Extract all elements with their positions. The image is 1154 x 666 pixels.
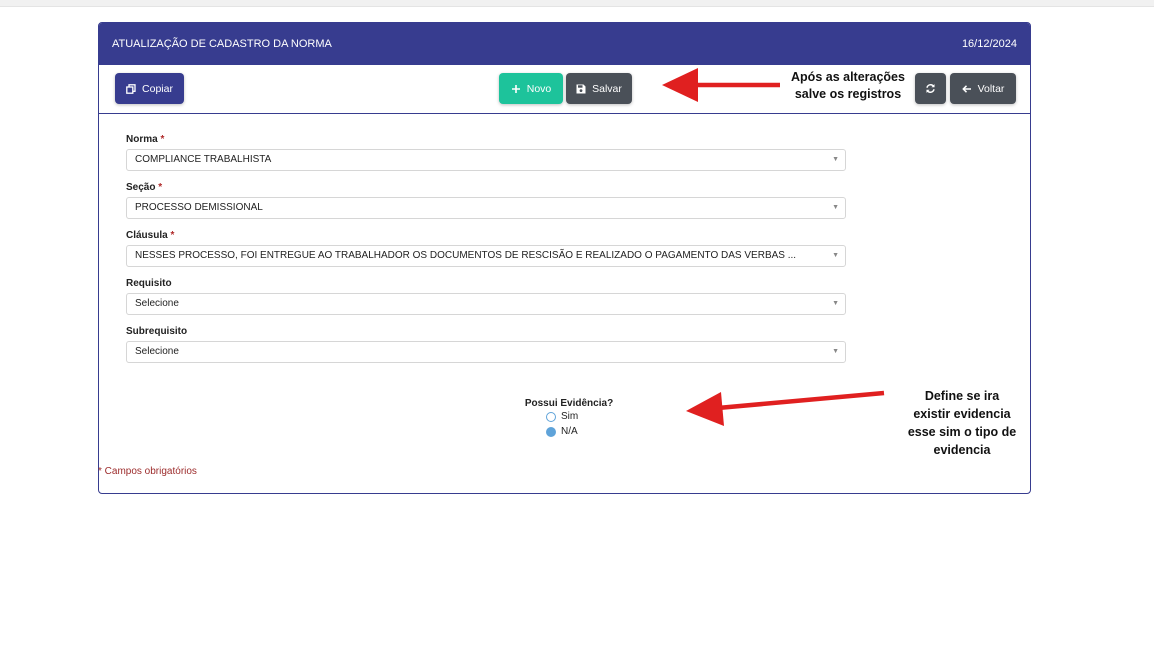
evidence-annotation-line1: Define se ira [924,389,1000,403]
save-annotation: Após as alterações salve os registros [778,69,918,103]
evidence-annotation-line2: existir evidencia [913,407,1011,421]
evidence-annotation-line3: esse sim o tipo de [907,425,1017,439]
arrow-to-save-icon [662,68,780,102]
annotation-arrows [662,68,885,426]
evidence-annotation-line4: evidencia [933,443,991,457]
arrow-to-evidence-icon [686,390,885,426]
save-annotation-line1: Após as alterações [791,70,905,84]
evidence-annotation: Define se ira existir evidencia esse sim… [892,387,1032,459]
save-annotation-line2: salve os registros [794,87,902,101]
